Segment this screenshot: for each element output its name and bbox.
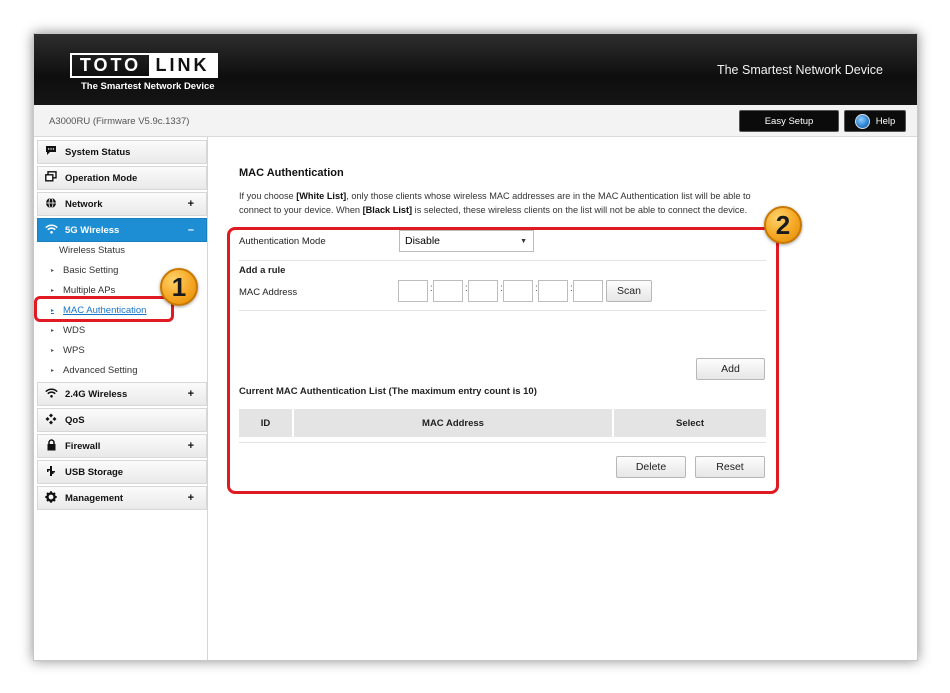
sidebar-subitem-wps[interactable]: ▸ WPS [37,340,207,360]
sidebar-item-qos[interactable]: QoS [37,408,207,432]
help-globe-icon [854,113,870,129]
windows-icon [44,171,58,185]
desc-text: If you choose [239,191,297,201]
sidebar-item-5g-wireless[interactable]: 5G Wireless – [37,218,207,242]
chat-bubble-icon [44,145,58,159]
sidebar-subitem-label: WPS [63,344,85,356]
lock-icon [44,438,58,454]
header-slogan: The Smartest Network Device [716,63,883,77]
delete-button[interactable]: Delete [616,456,686,478]
sidebar-item-firewall[interactable]: Firewall + [37,434,207,458]
mac-octet-5-input[interactable] [538,280,568,302]
globe-icon [44,197,58,212]
sidebar-item-label: Network [65,198,103,210]
sidebar-subitem-label: Advanced Setting [63,364,138,376]
annotation-badge-1: 1 [160,268,198,306]
mac-table-header: ID MAC Address Select [239,409,766,437]
sidebar-subitem-label: Basic Setting [63,264,119,276]
bullet-icon: ▸ [51,307,55,314]
sidebar-item-label: Management [65,492,124,504]
header-banner: TOTO LINK The Smartest Network Device Th… [34,34,917,105]
usb-icon [44,465,58,480]
expand-plus-icon: + [187,440,194,452]
bullet-icon: ▸ [51,287,55,294]
white-list-term: [White List] [296,191,347,201]
sidebar-item-label: 5G Wireless [65,224,120,236]
sidebar-item-label: System Status [65,146,131,158]
sidebar-item-label: Firewall [65,440,101,452]
auth-mode-label: Authentication Mode [239,236,326,247]
annotation-badge-2: 2 [764,206,802,244]
sidebar-item-label: Operation Mode [65,172,138,184]
sidebar-item-system-status[interactable]: System Status [37,140,207,164]
bullet-icon: ▸ [51,367,55,374]
mac-octet-2-input[interactable] [433,280,463,302]
table-header-id: ID [239,409,294,437]
info-bar: A3000RU (Firmware V5.9c.1337) Easy Setup… [34,105,917,137]
router-admin-window: TOTO LINK The Smartest Network Device Th… [33,33,918,661]
auth-mode-value: Disable [405,235,441,247]
wifi-icon [44,387,58,401]
sidebar-subitem-wireless-status[interactable]: Wireless Status [37,240,207,260]
firmware-label: A3000RU (Firmware V5.9c.1337) [49,116,190,127]
sidebar-item-usb-storage[interactable]: USB Storage [37,460,207,484]
table-header-mac: MAC Address [294,409,614,437]
bullet-icon: ▸ [51,267,55,274]
add-rule-label: Add a rule [239,265,286,276]
desc-text: is selected, these wireless clients on t… [412,205,748,215]
bullet-icon: ▸ [51,347,55,354]
sidebar-item-management[interactable]: Management + [37,486,207,510]
auth-mode-select[interactable]: Disable ▼ [399,230,534,252]
sidebar-item-label: USB Storage [65,466,124,478]
sidebar-item-network[interactable]: Network + [37,192,207,216]
sidebar-item-operation-mode[interactable]: Operation Mode [37,166,207,190]
mac-list-title: Current MAC Authentication List (The max… [239,386,537,397]
divider [239,442,766,443]
help-button-label: Help [875,115,896,127]
mac-octet-3-input[interactable] [468,280,498,302]
black-list-term: [Black List] [362,205,413,215]
mac-octet-1-input[interactable] [398,280,428,302]
reset-button[interactable]: Reset [695,456,765,478]
sidebar-item-label: QoS [65,414,85,426]
sidebar-item-label: 2.4G Wireless [65,388,128,400]
add-button[interactable]: Add [696,358,765,380]
expand-plus-icon: + [187,198,194,210]
mac-octet-6-input[interactable] [573,280,603,302]
totolink-logo: TOTO LINK [70,53,218,78]
qos-icon [44,413,58,428]
sidebar-subitem-label: WDS [63,324,86,336]
divider [239,310,766,311]
mac-octet-4-input[interactable] [503,280,533,302]
page-description: If you choose [White List], only those c… [239,189,774,217]
sidebar-subitem-advanced-setting[interactable]: ▸ Advanced Setting [37,360,207,380]
main-content: MAC Authentication If you choose [White … [209,137,917,660]
wifi-icon [44,223,58,237]
sidebar-menu: System Status Operation Mode Network + 5… [34,137,208,660]
logo-text-right: LINK [149,55,216,76]
scan-button[interactable]: Scan [606,280,652,302]
caret-down-icon: ▼ [520,237,527,245]
easy-setup-button[interactable]: Easy Setup [739,110,839,132]
logo-text-left: TOTO [79,55,142,75]
page-title: MAC Authentication [239,167,344,179]
logo-tagline: The Smartest Network Device [81,81,215,92]
collapse-minus-icon: – [187,224,194,236]
help-button[interactable]: Help [844,110,906,132]
mac-address-label: MAC Address [239,287,298,298]
expand-plus-icon: + [187,492,194,504]
sidebar-subitem-wds[interactable]: ▸ WDS [37,320,207,340]
gear-icon [44,490,58,506]
table-header-select: Select [614,409,766,437]
bullet-icon: ▸ [51,327,55,334]
expand-plus-icon: + [187,388,194,400]
sidebar-subitem-label: Wireless Status [59,244,125,256]
divider [239,260,766,261]
sidebar-subitem-label: MAC Authentication [63,304,147,316]
sidebar-item-24g-wireless[interactable]: 2.4G Wireless + [37,382,207,406]
sidebar-subitem-label: Multiple APs [63,284,116,296]
